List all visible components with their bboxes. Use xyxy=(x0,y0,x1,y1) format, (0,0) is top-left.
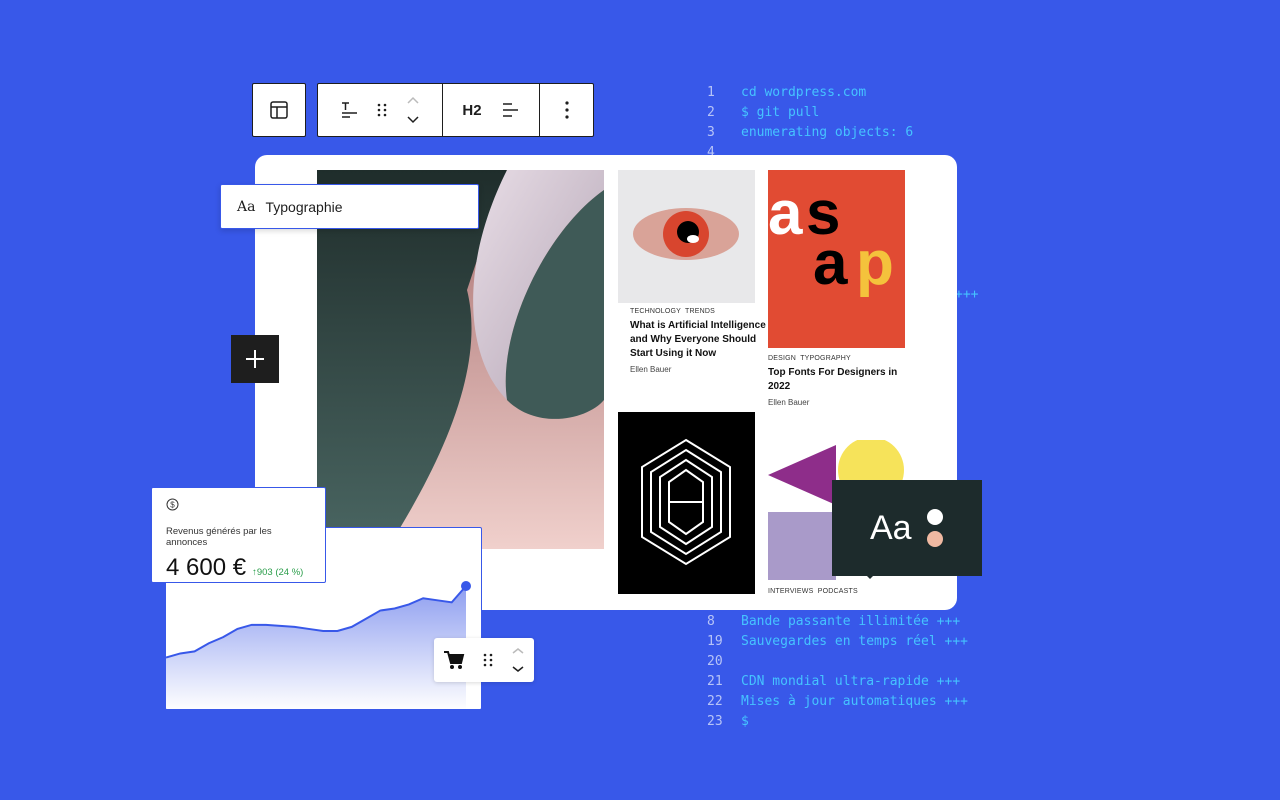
post-tags[interactable]: INTERVIEWS PODCASTS xyxy=(768,588,858,595)
line-number: 2 xyxy=(707,105,715,120)
color-swatch xyxy=(927,509,943,525)
code-line: 2 $ git pull xyxy=(707,103,819,123)
line-number: 22 xyxy=(707,694,723,709)
asap-poster-image: as ap xyxy=(768,170,905,348)
code-text: $ git pull xyxy=(741,105,820,120)
code-line: 22 Mises à jour automatiques +++ xyxy=(707,692,968,712)
post-tags[interactable]: DESIGN TYPOGRAPHY xyxy=(768,355,903,362)
revenue-stat-card: $ Revenus générés par les annonces 4 600… xyxy=(151,487,326,583)
code-line: 3 enumerating objects: 6 xyxy=(707,123,913,143)
typography-icon: Aa xyxy=(237,198,256,215)
heading-level-button[interactable]: H2 xyxy=(462,102,481,119)
color-swatch xyxy=(927,531,943,547)
more-vertical-icon xyxy=(564,101,569,119)
post-title[interactable]: Top Fonts For Designers in 2022 xyxy=(768,366,903,394)
code-text: CDN mondial ultra-rapide +++ xyxy=(741,674,961,689)
align-icon[interactable] xyxy=(500,101,520,119)
code-text: enumerating objects: 6 xyxy=(741,125,914,140)
post-card[interactable]: TECHNOLOGY TRENDS What is Artificial Int… xyxy=(630,308,770,374)
code-text: Bande passante illimitée +++ xyxy=(741,614,961,629)
chart-endpoint xyxy=(461,581,471,591)
block-toolbar: H2 xyxy=(317,83,594,137)
code-line: 1 cd wordpress.com xyxy=(707,83,866,103)
typography-label: Typographie xyxy=(265,198,343,215)
drag-handle-icon[interactable] xyxy=(377,102,387,118)
heading-controls: H2 xyxy=(443,84,540,136)
style-sample-text: Aa xyxy=(870,508,912,547)
move-up-down-icon[interactable] xyxy=(405,95,421,125)
code-text: Mises à jour automatiques +++ xyxy=(741,694,968,709)
add-block-button[interactable] xyxy=(231,335,279,383)
post-title[interactable]: What is Artificial Intelligence and Why … xyxy=(630,319,770,361)
revenue-label: Revenus générés par les annonces xyxy=(166,526,272,548)
more-options-button[interactable] xyxy=(540,84,593,136)
line-number: 8 xyxy=(707,614,715,629)
code-line: 19 Sauvegardes en temps réel +++ xyxy=(707,632,968,652)
dollar-circle-icon: $ xyxy=(166,498,179,511)
code-line: 21 CDN mondial ultra-rapide +++ xyxy=(707,672,960,692)
line-number: 21 xyxy=(707,674,723,689)
revenue-change: ↑903 (24 %) xyxy=(252,567,304,578)
code-text: $ xyxy=(741,714,749,729)
layout-icon xyxy=(270,101,288,119)
svg-text:$: $ xyxy=(170,501,175,510)
code-text: Sauvegardes en temps réel +++ xyxy=(741,634,968,649)
eye-illustration xyxy=(618,170,755,303)
line-number: 1 xyxy=(707,85,715,100)
line-number: 3 xyxy=(707,125,715,140)
move-up-down-icon[interactable] xyxy=(511,645,525,675)
cart-block-toolbar xyxy=(434,638,534,682)
maze-pattern-image xyxy=(618,412,755,594)
post-author[interactable]: Ellen Bauer xyxy=(630,365,770,374)
code-fragment: +++ xyxy=(955,287,979,302)
block-controls xyxy=(318,84,443,136)
line-number: 20 xyxy=(707,654,723,669)
code-text: cd wordpress.com xyxy=(741,85,867,100)
cart-icon[interactable] xyxy=(443,650,465,670)
post-tags[interactable]: TECHNOLOGY TRENDS xyxy=(630,308,770,315)
typography-panel[interactable]: Aa Typographie xyxy=(220,184,479,229)
code-line: 23 $ xyxy=(707,712,749,732)
chart-area xyxy=(166,586,466,709)
block-layout-button[interactable] xyxy=(252,83,306,137)
revenue-value: 4 600 € xyxy=(166,554,247,581)
code-line: 20 xyxy=(707,652,741,672)
drag-handle-icon[interactable] xyxy=(483,652,493,668)
style-variation-card[interactable]: Aa xyxy=(832,480,982,579)
tooltip-arrow xyxy=(866,575,874,583)
post-card[interactable]: DESIGN TYPOGRAPHY Top Fonts For Designer… xyxy=(768,355,903,407)
text-align-icon[interactable] xyxy=(339,100,359,120)
code-line: 8 Bande passante illimitée +++ xyxy=(707,612,960,632)
line-number: 19 xyxy=(707,634,723,649)
line-number: 23 xyxy=(707,714,723,729)
post-author[interactable]: Ellen Bauer xyxy=(768,398,903,407)
plus-icon xyxy=(246,350,264,368)
